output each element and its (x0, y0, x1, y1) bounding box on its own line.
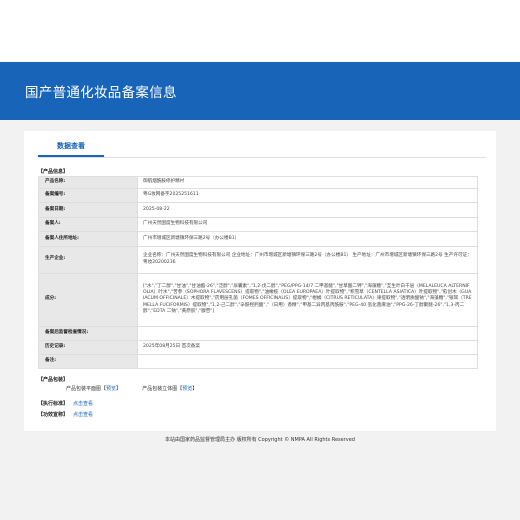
tab-divider (38, 157, 486, 158)
table-row: 产品名称: 御肌烟酰胺修护精衬 (38, 176, 478, 189)
packaging-plane-label: 产品包装平面图 (66, 386, 102, 392)
product-info-table: 产品名称: 御肌烟酰胺修护精衬 备案编号: 粤G妆网备字2025251611 备… (38, 176, 478, 369)
ingredients-value: ["水","丁二醇","甘油","甘油酯-26","泛醇","尿囊素","1,2… (137, 272, 478, 327)
row-label: 生产企业: (38, 245, 138, 274)
inspection-value (137, 325, 478, 341)
table-row: 历史记录: 2025年08月25日 首次备案 (38, 339, 478, 355)
record-number-value: 粤G妆网备字2025251611 (137, 187, 478, 203)
packaging-plane-preview-link[interactable]: 预览 (106, 385, 116, 392)
row-label: 备案人住所地址: (38, 231, 138, 247)
page-title: 国产普通化妆品备案信息 (25, 85, 177, 101)
table-row: 备案人住所地址: 广州市增城区新塘镇环保三路2号（办公楼B1） (38, 231, 478, 247)
filer-value: 广州天然国度生物科技有限公司 (137, 216, 478, 232)
filer-address-value: 广州市增城区新塘镇环保三路2号（办公楼B1） (137, 231, 478, 247)
row-label: 备案人: (38, 216, 138, 232)
product-info-title: 【产品信息】 (38, 169, 69, 175)
table-row: 备注: (38, 353, 478, 369)
history-value: 2025年08月25日 首次备案 (137, 339, 478, 355)
header-banner: 国产普通化妆品备案信息 (0, 62, 520, 120)
table-row: 备案日期: 2025-08-22 (38, 202, 478, 218)
row-label: 备案后监督检查情况: (38, 325, 138, 341)
packaging-items: 产品包装平面图【预览】 产品包装立体图【预览】 (66, 385, 198, 392)
packaging-3d-preview-link[interactable]: 预览 (182, 385, 192, 392)
packaging-3d-label: 产品包装立体图 (142, 386, 178, 392)
manufacturer-value: 企业名称：广州天然国度生物科技有限公司 企业地址：广州市增城区新塘镇环保三路2号… (137, 245, 478, 274)
top-whitespace (0, 0, 520, 62)
table-row: 生产企业: 企业名称：广州天然国度生物科技有限公司 企业地址：广州市增城区新塘镇… (38, 245, 478, 274)
row-label: 成分: (38, 272, 138, 327)
standard-title: 【执行标准】 (38, 401, 69, 407)
table-row: 备案人: 广州天然国度生物科技有限公司 (38, 216, 478, 232)
standard-view-link[interactable]: 点击查看 (73, 400, 93, 407)
remarks-value (137, 353, 478, 369)
efficacy-view-link[interactable]: 点击查看 (73, 411, 93, 418)
table-row: 备案后监督检查情况: (38, 325, 478, 341)
row-label: 产品名称: (38, 176, 138, 189)
product-name-value: 御肌烟酰胺修护精衬 (137, 176, 478, 189)
row-label: 备案日期: (38, 202, 138, 218)
table-row: 成分: ["水","丁二醇","甘油","甘油酯-26","泛醇","尿囊素",… (38, 272, 478, 327)
row-label: 历史记录: (38, 339, 138, 355)
row-label: 备注: (38, 353, 138, 369)
record-date-value: 2025-08-22 (137, 202, 478, 218)
table-row: 备案编号: 粤G妆网备字2025251611 (38, 187, 478, 203)
efficacy-title: 【功效宣称】 (38, 412, 69, 418)
row-label: 备案编号: (38, 187, 138, 203)
footer-copyright: 本站由国家药品监督管理局主办 版权所有 Copyright © NMPA All… (165, 437, 355, 443)
packaging-title: 【产品包装】 (38, 377, 69, 383)
